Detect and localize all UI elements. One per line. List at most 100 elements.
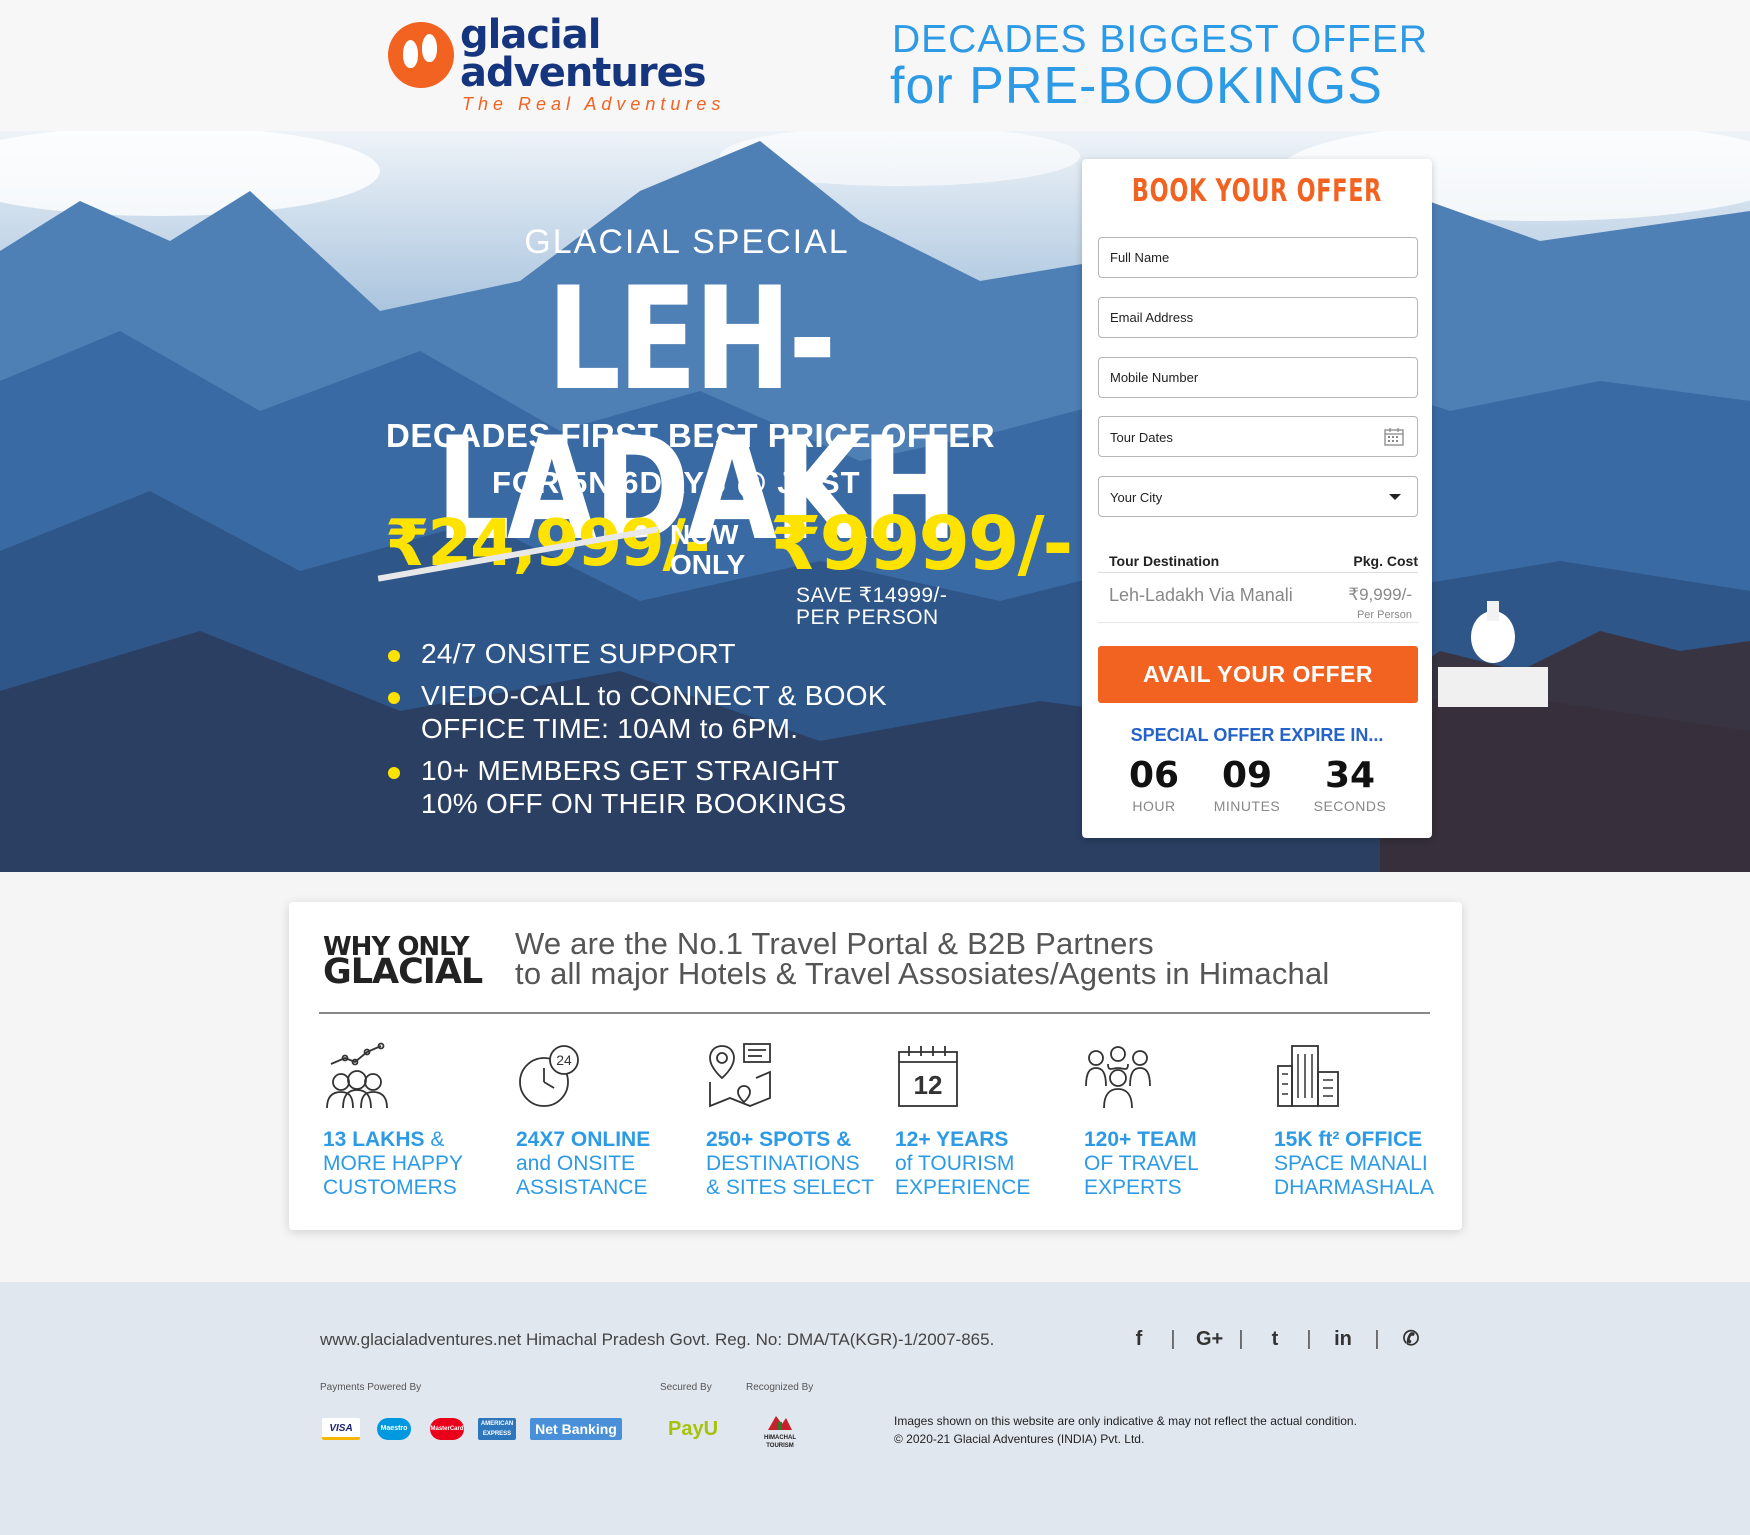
city-select[interactable]: Your City: [1098, 476, 1418, 517]
feature-line: & SITES SELECT: [706, 1176, 875, 1199]
net-banking-icon: Net Banking: [530, 1418, 622, 1440]
clock-24-icon: 24: [519, 1045, 579, 1107]
whatsapp-icon[interactable]: ✆: [1400, 1326, 1422, 1351]
payu-logo: PayU: [667, 1418, 719, 1440]
feature-line: of TOURISM: [895, 1152, 1015, 1175]
himachal-tourism-logo: HIMACHAL TOURISM: [758, 1408, 802, 1449]
separator: |: [1306, 1328, 1312, 1350]
calendar-icon: 12: [898, 1046, 958, 1107]
hero-banner: GLACIAL SPECIAL LEH-LADAKH DECADES FIRST…: [0, 131, 1750, 872]
table-row: Leh-Ladakh Via Manali ₹9,999/- Per Perso…: [1098, 573, 1418, 623]
map-pin-icon: [709, 1043, 771, 1108]
mobile-input[interactable]: [1098, 357, 1418, 398]
feature-line: DHARMASHALA: [1274, 1176, 1434, 1199]
feature-stat: 12+ YEARS: [895, 1128, 1009, 1151]
divider: [319, 1012, 1430, 1014]
hero-subheading: DECADES FIRST BEST PRICE OFFER: [386, 417, 996, 454]
logo-tagline: The Real Adventures: [462, 94, 726, 114]
bullet-item: 10+ MEMBERS GET STRAIGHT 10% OFF ON THEI…: [388, 754, 887, 820]
himachal-tourism-icon: [768, 1416, 792, 1430]
office-building-icon: [1277, 1045, 1339, 1107]
feature-experience: 12 12+ YEARS of TOURISM EXPERIENCE: [895, 1042, 1065, 1200]
recognized-label: Recognized By: [746, 1382, 814, 1393]
visa-icon: VISA: [322, 1418, 360, 1440]
header-offer-subheadline: for PRE-BOOKINGS: [890, 57, 1383, 115]
feature-line: ASSISTANCE: [516, 1176, 648, 1199]
countdown-seconds: 34 SECONDS: [1313, 755, 1387, 814]
feature-line: and ONSITE: [516, 1152, 636, 1175]
feature-stat: 120+ TEAM: [1084, 1128, 1197, 1151]
bullet-dot-icon: [388, 692, 400, 704]
google-plus-icon[interactable]: G+: [1196, 1328, 1223, 1351]
feature-stat: 250+ SPOTS &: [706, 1128, 852, 1151]
cost-column-header: Pkg. Cost: [1353, 553, 1418, 569]
feature-support: 24 24X7 ONLINE and ONSITE ASSISTANCE: [516, 1042, 686, 1200]
separator: |: [1170, 1328, 1176, 1350]
feature-office: 15K ft² OFFICE SPACE MANALI DHARMASHALA: [1274, 1042, 1444, 1200]
feature-line: DESTINATIONS: [706, 1152, 860, 1175]
bullet-item: VIEDO-CALL to CONNECT & BOOK OFFICE TIME…: [388, 679, 887, 745]
hero-content: GLACIAL SPECIAL LEH-LADAKH DECADES FIRST…: [0, 131, 1073, 872]
feature-line: MORE HAPPY: [323, 1152, 464, 1175]
logo-wordmark[interactable]: glacial adventures: [460, 15, 707, 93]
team-icon: [1085, 1046, 1151, 1109]
hero-bullet-list: 24/7 ONSITE SUPPORT VIEDO-CALL to CONNEC…: [388, 637, 887, 829]
chevron-down-icon: [1389, 494, 1401, 500]
feature-stat-suffix: &: [424, 1128, 445, 1151]
tour-dates-field[interactable]: Tour Dates: [1098, 416, 1418, 457]
mastercard-icon: MasterCard: [430, 1418, 464, 1440]
calendar-day-number: 12: [914, 1070, 943, 1100]
why-description: We are the No.1 Travel Portal & B2B Part…: [515, 926, 1330, 991]
separator: |: [1374, 1328, 1380, 1350]
feature-line: CUSTOMERS: [323, 1176, 457, 1199]
feature-stat: 15K ft² OFFICE: [1274, 1128, 1423, 1151]
facebook-icon[interactable]: f: [1128, 1328, 1150, 1351]
bullet-dot-icon: [388, 650, 400, 662]
booking-form: BOOK YOUR OFFER Tour Dates Your City Tou…: [1082, 159, 1432, 838]
hero-duration: FOR 5N/6DAYS @ JUST: [492, 465, 861, 500]
feature-stat: 24X7 ONLINE: [516, 1128, 651, 1151]
row-destination: Leh-Ladakh Via Manali: [1109, 585, 1293, 605]
new-price: ₹9999/-: [770, 501, 1073, 587]
secured-label: Secured By: [660, 1382, 712, 1393]
footprints-logo-icon[interactable]: [388, 22, 454, 88]
full-name-input[interactable]: [1098, 237, 1418, 278]
package-table-header: Tour Destination Pkg. Cost: [1098, 547, 1418, 573]
destination-column-header: Tour Destination: [1109, 553, 1220, 569]
row-cost-unit: Per Person: [1356, 609, 1412, 621]
countdown-minutes: 09 MINUTES: [1213, 755, 1281, 814]
site-header: glacial adventures The Real Adventures D…: [0, 0, 1750, 131]
now-only-label: NOW ONLY: [670, 519, 746, 580]
registration-info: www.glacialadventures.net Himachal Prade…: [320, 1330, 995, 1349]
calendar-icon[interactable]: [1384, 427, 1404, 446]
offer-expire-label: SPECIAL OFFER EXPIRE IN...: [1130, 725, 1384, 745]
feature-line: EXPERIENCE: [895, 1176, 1031, 1199]
feature-line: EXPERTS: [1084, 1176, 1182, 1199]
disclaimer: Images shown on this website are only in…: [894, 1414, 1357, 1446]
payments-label: Payments Powered By: [320, 1382, 422, 1393]
customers-growth-icon: [326, 1042, 388, 1109]
email-input[interactable]: [1098, 297, 1418, 338]
feature-team: 120+ TEAM OF TRAVEL EXPERTS: [1084, 1042, 1254, 1200]
avail-offer-button[interactable]: AVAIL YOUR OFFER: [1098, 646, 1418, 703]
savings-note: SAVE ₹14999/- PER PERSON: [796, 584, 948, 629]
feature-destinations: 250+ SPOTS & DESTINATIONS & SITES SELECT: [706, 1042, 876, 1200]
site-footer: www.glacialadventures.net Himachal Prade…: [0, 1282, 1750, 1535]
bullet-item: 24/7 ONSITE SUPPORT: [388, 637, 887, 670]
separator: |: [1238, 1328, 1244, 1350]
american-express-icon: AMERICAN EXPRESS: [478, 1418, 516, 1440]
linkedin-icon[interactable]: in: [1332, 1328, 1354, 1351]
feature-line: SPACE MANALI: [1274, 1152, 1428, 1175]
why-glacial-section: WHY ONLY GLACIAL We are the No.1 Travel …: [289, 902, 1462, 1230]
feature-line: OF TRAVEL: [1084, 1152, 1199, 1175]
clock-24-number: 24: [556, 1052, 572, 1068]
bullet-dot-icon: [388, 767, 400, 779]
countdown-hours: 06 HOUR: [1128, 755, 1180, 814]
social-links: f | G+ | t | in | ✆: [1128, 1326, 1422, 1351]
row-cost: ₹9,999/-: [1348, 585, 1412, 604]
maestro-icon: Maestro: [377, 1418, 411, 1440]
twitter-icon[interactable]: t: [1264, 1328, 1286, 1351]
why-brand-label: GLACIAL: [323, 952, 483, 992]
tour-dates-placeholder: Tour Dates: [1110, 430, 1173, 445]
feature-stat: 13 LAKHS: [323, 1128, 425, 1151]
